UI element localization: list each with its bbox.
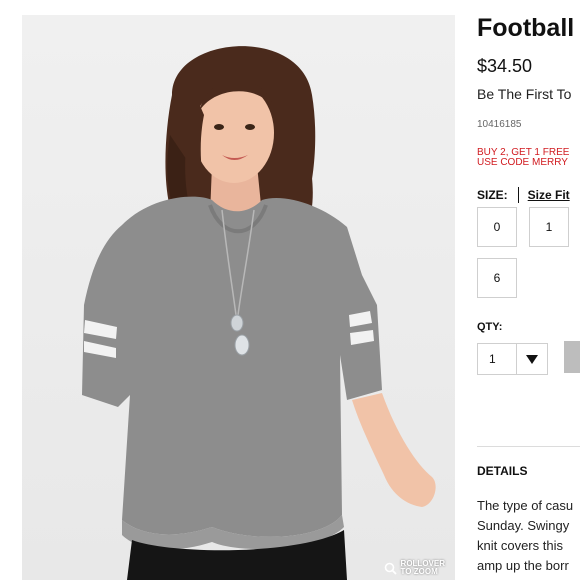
magnifier-icon [384, 562, 397, 575]
size-fit-link[interactable]: Size Fit [528, 188, 570, 202]
promo-message: BUY 2, GET 1 FREE USE CODE MERRY [477, 148, 569, 168]
section-divider [477, 446, 580, 447]
promo-line-2: USE CODE MERRY [477, 157, 568, 168]
quantity-label: QTY: [477, 321, 503, 333]
chevron-down-icon[interactable] [516, 344, 547, 374]
product-description: The type of casu Sunday. Swingy knit cov… [477, 496, 580, 576]
size-option-6[interactable]: 6 [477, 258, 517, 298]
add-to-bag-button[interactable] [564, 341, 580, 373]
description-line: knit covers this [477, 538, 563, 553]
size-label: SIZE: [477, 188, 508, 202]
size-option-0[interactable]: 0 [477, 207, 517, 247]
quantity-value: 1 [489, 352, 496, 366]
description-line: The type of casu [477, 498, 574, 513]
product-info-panel: Football $34.50 Be The First To 10416185… [477, 0, 580, 580]
size-divider [517, 187, 519, 203]
model-illustration [22, 15, 455, 580]
size-option-1[interactable]: 1 [529, 207, 569, 247]
product-image[interactable]: ROLLOVER TO ZOOM [22, 15, 455, 580]
description-line: amp up the borr [477, 558, 569, 573]
zoom-hint[interactable]: ROLLOVER TO ZOOM [384, 560, 445, 576]
zoom-hint-line2: TO ZOOM [400, 567, 438, 576]
product-price: $34.50 [477, 56, 533, 76]
quantity-select[interactable]: 1 [477, 343, 548, 375]
product-title: Football [477, 14, 575, 42]
details-heading: DETAILS [477, 464, 528, 478]
product-sku: 10416185 [477, 119, 522, 130]
write-review-link[interactable]: Be The First To [477, 86, 571, 102]
description-line: Sunday. Swingy [477, 518, 570, 533]
size-header: SIZE: Size Fit [477, 187, 570, 203]
